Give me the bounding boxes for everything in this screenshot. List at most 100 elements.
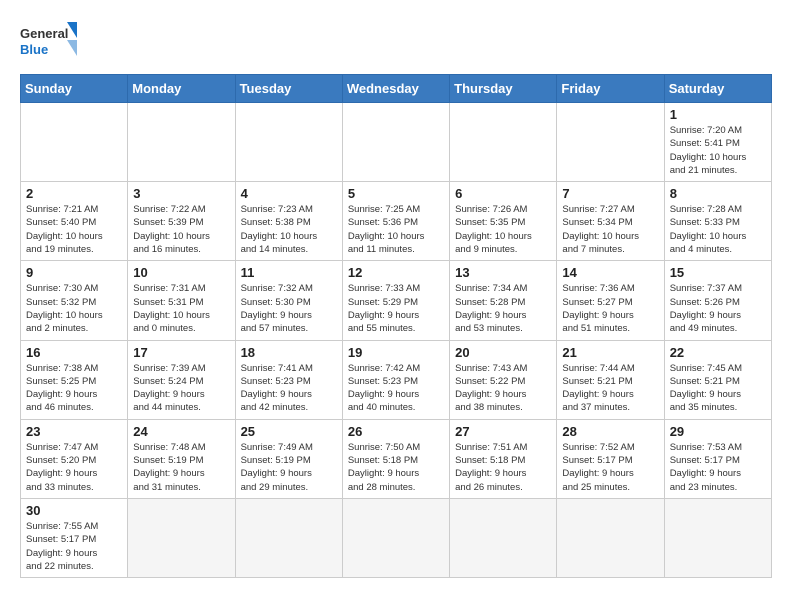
day-cell: 21Sunrise: 7:44 AMSunset: 5:21 PMDayligh… [557,340,664,419]
day-cell: 26Sunrise: 7:50 AMSunset: 5:18 PMDayligh… [342,419,449,498]
day-info: Sunrise: 7:27 AMSunset: 5:34 PMDaylight:… [562,203,658,256]
day-number: 17 [133,345,229,360]
day-number: 15 [670,265,766,280]
week-row-4: 16 Sunrise: 7:38 AMSunset: 5:25 PMDayligh… [21,340,772,419]
day-number: 24 [133,424,229,439]
day-number: 5 [348,186,444,201]
day-number: 3 [133,186,229,201]
day-info: Sunrise: 7:55 AMSunset: 5:17 PMDaylight:… [26,520,122,573]
day-info: Sunrise: 7:26 AMSunset: 5:35 PMDaylight:… [455,203,551,256]
day-number: 16 [26,345,122,360]
day-cell: 12Sunrise: 7:33 AMSunset: 5:29 PMDayligh… [342,261,449,340]
weekday-header-sunday: Sunday [21,75,128,103]
day-cell [128,103,235,182]
day-cell: 5Sunrise: 7:25 AMSunset: 5:36 PMDaylight… [342,182,449,261]
day-cell: 10 Sunrise: 7:31 AMSunset: 5:31 PMDayligh… [128,261,235,340]
day-cell: 27 Sunrise: 7:51 AMSunset: 5:18 PMDayligh… [450,419,557,498]
day-info: Sunrise: 7:36 AMSunset: 5:27 PMDaylight:… [562,282,658,335]
day-cell: 30 Sunrise: 7:55 AMSunset: 5:17 PMDayligh… [21,498,128,577]
day-cell: 1 Sunrise: 7:20 AMSunset: 5:41 PMDaylight… [664,103,771,182]
day-number: 21 [562,345,658,360]
day-cell: 20 Sunrise: 7:43 AMSunset: 5:22 PMDayligh… [450,340,557,419]
logo: General Blue [20,20,80,64]
day-info: Sunrise: 7:45 AMSunset: 5:21 PMDaylight:… [670,362,766,415]
day-number: 19 [348,345,444,360]
day-number: 8 [670,186,766,201]
day-number: 23 [26,424,122,439]
day-info: Sunrise: 7:50 AMSunset: 5:18 PMDaylight:… [348,441,444,494]
day-number: 30 [26,503,122,518]
day-number: 7 [562,186,658,201]
day-info: Sunrise: 7:51 AMSunset: 5:18 PMDaylight:… [455,441,551,494]
week-row-6: 30 Sunrise: 7:55 AMSunset: 5:17 PMDayligh… [21,498,772,577]
day-number: 25 [241,424,337,439]
day-cell: 3 Sunrise: 7:22 AMSunset: 5:39 PMDaylight… [128,182,235,261]
weekday-header-tuesday: Tuesday [235,75,342,103]
day-cell: 4 Sunrise: 7:23 AMSunset: 5:38 PMDaylight… [235,182,342,261]
day-number: 22 [670,345,766,360]
day-cell: 16 Sunrise: 7:38 AMSunset: 5:25 PMDayligh… [21,340,128,419]
day-cell [557,103,664,182]
day-cell [342,498,449,577]
week-row-3: 9 Sunrise: 7:30 AMSunset: 5:32 PMDaylight… [21,261,772,340]
day-info: Sunrise: 7:47 AMSunset: 5:20 PMDaylight:… [26,441,122,494]
day-number: 4 [241,186,337,201]
day-number: 20 [455,345,551,360]
day-number: 6 [455,186,551,201]
day-number: 28 [562,424,658,439]
svg-text:General: General [20,26,68,41]
day-info: Sunrise: 7:48 AMSunset: 5:19 PMDaylight:… [133,441,229,494]
day-cell [342,103,449,182]
day-number: 29 [670,424,766,439]
week-row-5: 23 Sunrise: 7:47 AMSunset: 5:20 PMDayligh… [21,419,772,498]
day-info: Sunrise: 7:32 AMSunset: 5:30 PMDaylight:… [241,282,337,335]
day-cell [235,103,342,182]
day-number: 9 [26,265,122,280]
day-cell: 15 Sunrise: 7:37 AMSunset: 5:26 PMDayligh… [664,261,771,340]
day-info: Sunrise: 7:43 AMSunset: 5:22 PMDaylight:… [455,362,551,415]
day-info: Sunrise: 7:30 AMSunset: 5:32 PMDaylight:… [26,282,122,335]
day-cell: 13Sunrise: 7:34 AMSunset: 5:28 PMDayligh… [450,261,557,340]
day-cell: 8 Sunrise: 7:28 AMSunset: 5:33 PMDaylight… [664,182,771,261]
day-cell: 18Sunrise: 7:41 AMSunset: 5:23 PMDayligh… [235,340,342,419]
day-cell: 25 Sunrise: 7:49 AMSunset: 5:19 PMDayligh… [235,419,342,498]
weekday-header-wednesday: Wednesday [342,75,449,103]
day-cell: 7 Sunrise: 7:27 AMSunset: 5:34 PMDaylight… [557,182,664,261]
day-info: Sunrise: 7:37 AMSunset: 5:26 PMDaylight:… [670,282,766,335]
day-cell: 17Sunrise: 7:39 AMSunset: 5:24 PMDayligh… [128,340,235,419]
day-cell: 14 Sunrise: 7:36 AMSunset: 5:27 PMDayligh… [557,261,664,340]
day-info: Sunrise: 7:53 AMSunset: 5:17 PMDaylight:… [670,441,766,494]
day-info: Sunrise: 7:49 AMSunset: 5:19 PMDaylight:… [241,441,337,494]
day-info: Sunrise: 7:31 AMSunset: 5:31 PMDaylight:… [133,282,229,335]
day-cell: 19Sunrise: 7:42 AMSunset: 5:23 PMDayligh… [342,340,449,419]
day-number: 10 [133,265,229,280]
day-cell [557,498,664,577]
day-cell: 23 Sunrise: 7:47 AMSunset: 5:20 PMDayligh… [21,419,128,498]
day-info: Sunrise: 7:22 AMSunset: 5:39 PMDaylight:… [133,203,229,256]
day-cell [128,498,235,577]
week-row-2: 2Sunrise: 7:21 AMSunset: 5:40 PMDaylight… [21,182,772,261]
weekday-header-saturday: Saturday [664,75,771,103]
day-number: 11 [241,265,337,280]
day-info: Sunrise: 7:28 AMSunset: 5:33 PMDaylight:… [670,203,766,256]
weekday-header-thursday: Thursday [450,75,557,103]
day-number: 2 [26,186,122,201]
weekday-header-monday: Monday [128,75,235,103]
day-info: Sunrise: 7:41 AMSunset: 5:23 PMDaylight:… [241,362,337,415]
day-cell: 29 Sunrise: 7:53 AMSunset: 5:17 PMDayligh… [664,419,771,498]
day-cell: 9 Sunrise: 7:30 AMSunset: 5:32 PMDaylight… [21,261,128,340]
svg-text:Blue: Blue [20,42,48,57]
generalblue-logo: General Blue [20,20,80,64]
day-info: Sunrise: 7:23 AMSunset: 5:38 PMDaylight:… [241,203,337,256]
day-number: 14 [562,265,658,280]
day-number: 27 [455,424,551,439]
day-cell: 6 Sunrise: 7:26 AMSunset: 5:35 PMDaylight… [450,182,557,261]
day-cell: 22 Sunrise: 7:45 AMSunset: 5:21 PMDayligh… [664,340,771,419]
day-cell: 2Sunrise: 7:21 AMSunset: 5:40 PMDaylight… [21,182,128,261]
day-number: 1 [670,107,766,122]
day-number: 13 [455,265,551,280]
day-info: Sunrise: 7:20 AMSunset: 5:41 PMDaylight:… [670,124,766,177]
day-number: 12 [348,265,444,280]
day-cell: 11 Sunrise: 7:32 AMSunset: 5:30 PMDayligh… [235,261,342,340]
day-info: Sunrise: 7:38 AMSunset: 5:25 PMDaylight:… [26,362,122,415]
